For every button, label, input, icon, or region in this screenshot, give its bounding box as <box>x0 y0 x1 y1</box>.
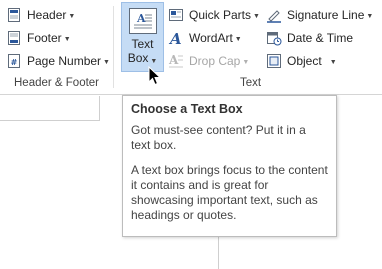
group-separator <box>113 6 114 88</box>
object-label: Object <box>287 54 322 68</box>
chevron-down-icon: ▼ <box>366 12 374 20</box>
page-number-label: Page Number <box>27 54 102 68</box>
tooltip-title: Choose a Text Box <box>131 102 243 116</box>
chevron-down-icon: ▼ <box>103 58 110 66</box>
ribbon-insert-tab: Header ▼ Footer ▼ # Page Number ▼ Header… <box>0 0 382 95</box>
chevron-down-icon: ▼ <box>150 58 158 65</box>
text-box-label-line1: Text <box>131 37 154 51</box>
signature-line-icon <box>266 7 282 23</box>
footer-icon <box>6 30 22 46</box>
svg-text:A: A <box>168 30 182 46</box>
page-number-icon: # <box>6 53 22 69</box>
chevron-down-icon: ▼ <box>234 35 242 43</box>
date-time-label: Date & Time <box>287 31 354 45</box>
text-box-tooltip: Choose a Text Box Got must-see content? … <box>122 95 337 237</box>
svg-text:A: A <box>168 53 179 67</box>
chevron-down-icon: ▼ <box>242 58 250 66</box>
footer-button[interactable]: Footer ▼ <box>6 28 71 48</box>
tooltip-details: A text box brings focus to the content i… <box>131 163 328 222</box>
date-time-button[interactable]: Date & Time <box>266 28 353 48</box>
object-icon <box>266 53 282 69</box>
object-button[interactable]: Object ▼ <box>266 51 337 71</box>
quick-parts-label: Quick Parts <box>189 8 252 22</box>
text-box-button[interactable]: A Text Box ▼ <box>121 2 164 72</box>
page-margin-line <box>99 96 100 121</box>
drop-cap-label: Drop Cap <box>189 54 241 68</box>
chevron-down-icon: ▼ <box>68 12 76 20</box>
signature-line-button[interactable]: Signature Line ▼ <box>266 5 373 25</box>
mouse-pointer-icon <box>148 65 162 86</box>
svg-text:#: # <box>11 58 18 67</box>
svg-text:A: A <box>136 12 146 25</box>
text-box-label-line2: Box <box>127 51 149 65</box>
header-button[interactable]: Header ▼ <box>6 5 75 25</box>
chevron-down-icon: ▼ <box>329 58 337 66</box>
chevron-down-icon: ▼ <box>253 12 260 20</box>
wordart-button[interactable]: A WordArt ▼ <box>168 28 242 48</box>
header-icon <box>6 7 22 23</box>
date-time-icon <box>266 30 282 46</box>
wordart-icon: A <box>168 30 184 48</box>
wordart-label: WordArt <box>189 31 233 45</box>
quick-parts-button[interactable]: Quick Parts ▼ <box>168 5 260 25</box>
group-label-text: Text <box>240 77 262 89</box>
header-label: Header <box>27 8 67 22</box>
quick-parts-icon <box>168 7 184 23</box>
tooltip-description: Got must-see content? Put it in a text b… <box>131 123 306 152</box>
page-number-button[interactable]: # Page Number ▼ <box>6 51 110 71</box>
signature-line-label: Signature Line <box>287 8 365 22</box>
group-label-header-footer: Header & Footer <box>14 77 100 89</box>
chevron-down-icon: ▼ <box>63 35 71 43</box>
page-margin-line <box>218 236 219 269</box>
drop-cap-button[interactable]: A Drop Cap ▼ <box>168 51 249 71</box>
footer-label: Footer <box>27 31 62 45</box>
drop-cap-icon: A <box>168 53 184 69</box>
page-margin-line <box>0 120 100 121</box>
text-box-icon: A <box>128 8 157 34</box>
